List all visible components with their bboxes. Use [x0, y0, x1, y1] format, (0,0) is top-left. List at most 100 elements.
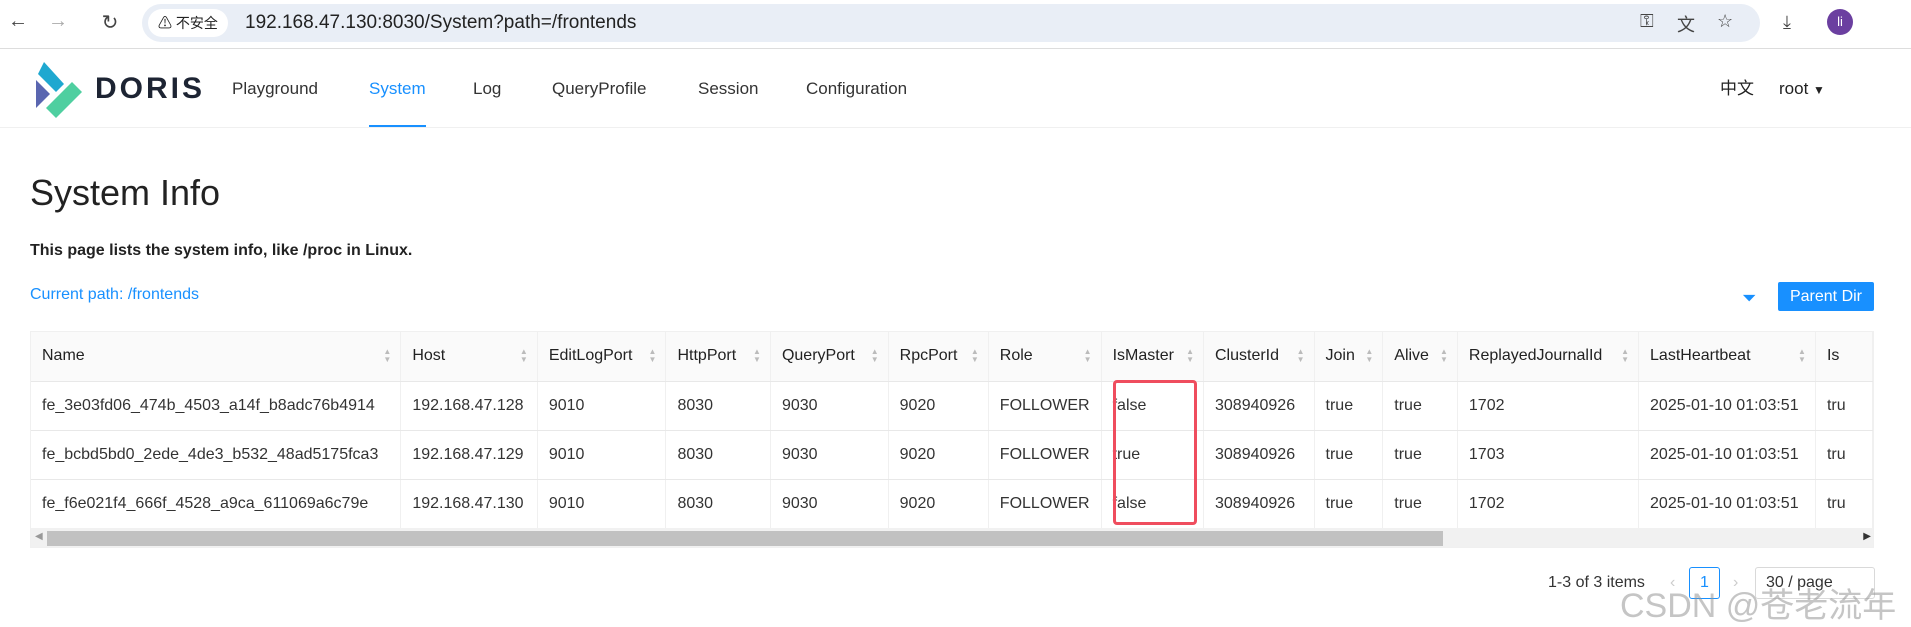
table-row: fe_bcbd5bd0_2ede_4de3_b532_48ad5175fca3 1…	[31, 430, 1873, 480]
column-header-label: IsMaster	[1112, 347, 1174, 365]
column-header-label: Join	[1325, 347, 1355, 365]
sort-icon[interactable]: ▲ ▼	[871, 348, 879, 364]
cell-replayedjournalid: 1703	[1457, 430, 1640, 480]
cell-editlogport: 9010	[537, 479, 667, 529]
nav-configuration[interactable]: Configuration	[806, 50, 907, 127]
cell-editlogport: 9010	[537, 381, 667, 431]
cell-queryport: 9030	[770, 381, 889, 431]
cell-join: true	[1314, 381, 1384, 431]
watermark: CSDN @苍老流年	[1620, 587, 1897, 625]
cell-clusterid: 308940926	[1203, 430, 1315, 480]
sort-icon[interactable]: ▲ ▼	[520, 348, 528, 364]
cell-role: FOLLOWER	[988, 381, 1102, 431]
cell-rpcport: 9020	[888, 479, 989, 529]
column-header-name[interactable]: Name ▲ ▼	[31, 332, 402, 382]
cell-lastheartbeat: 2025-01-10 01:03:51	[1638, 381, 1816, 431]
back-icon[interactable]: ←	[4, 10, 32, 33]
column-header-host[interactable]: Host ▲ ▼	[400, 332, 538, 382]
nav-playground[interactable]: Playground	[232, 50, 318, 127]
security-label: 不安全	[175, 15, 218, 31]
column-header-label: Alive	[1394, 347, 1429, 365]
url-text[interactable]: 192.168.47.130:8030/System?path=/fronten…	[245, 4, 636, 42]
sort-icon[interactable]: ▲ ▼	[1186, 348, 1194, 364]
cell-lastheartbeat: 2025-01-10 01:03:51	[1638, 430, 1816, 480]
scrollbar-thumb[interactable]	[47, 531, 1443, 546]
cell-role: FOLLOWER	[988, 430, 1102, 480]
nav-system[interactable]: System	[369, 50, 426, 127]
cell-httpport: 8030	[665, 381, 771, 431]
star-icon[interactable]: ☆	[1717, 11, 1733, 32]
nav-queryprofile[interactable]: QueryProfile	[552, 50, 646, 127]
column-header-join[interactable]: Join ▲ ▼	[1314, 332, 1384, 382]
column-header-replayedjournalid[interactable]: ReplayedJournalId ▲ ▼	[1457, 332, 1640, 382]
sort-icon[interactable]: ▲ ▼	[1365, 348, 1373, 364]
cell-rpcport: 9020	[888, 381, 989, 431]
forward-icon[interactable]: →	[44, 10, 72, 33]
column-header-clusterid[interactable]: ClusterId ▲ ▼	[1203, 332, 1315, 382]
parent-dir-button[interactable]: Parent Dir	[1778, 282, 1874, 311]
column-header-lastheartbeat[interactable]: LastHeartbeat ▲ ▼	[1638, 332, 1816, 382]
translate-icon[interactable]: 文	[1677, 11, 1695, 37]
download-icon[interactable]: ⤓	[1783, 12, 1791, 33]
sort-icon[interactable]: ▲ ▼	[649, 348, 657, 364]
page-description: This page lists the system info, like /p…	[30, 242, 413, 259]
cell-editlogport: 9010	[537, 430, 667, 480]
cell-host: 192.168.47.128	[400, 381, 538, 431]
sort-icon[interactable]: ▲ ▼	[753, 348, 761, 364]
security-indicator[interactable]: ⚠ 不安全	[148, 9, 228, 37]
horizontal-scrollbar[interactable]: ◀ ▶	[31, 528, 1873, 547]
scroll-left-icon[interactable]: ◀	[35, 531, 43, 542]
column-header-rpcport[interactable]: RpcPort ▲ ▼	[888, 332, 989, 382]
user-name: root	[1779, 79, 1809, 98]
cell-join: true	[1314, 430, 1384, 480]
app-header: DORIS Playground System Log QueryProfile…	[0, 50, 1911, 128]
cell-httpport: 8030	[665, 479, 771, 529]
profile-avatar[interactable]: li	[1827, 9, 1853, 35]
sort-icon[interactable]: ▲ ▼	[1621, 348, 1629, 364]
key-icon[interactable]: ⚿	[1640, 11, 1654, 32]
cell-alive: true	[1382, 479, 1458, 529]
cell-is: tru	[1815, 430, 1873, 480]
frontends-table: Name ▲ ▼ Host ▲ ▼ EditLogPort ▲ ▼ HttpPort ▲ ▼ Query…	[30, 331, 1874, 548]
column-header-httpport[interactable]: HttpPort ▲ ▼	[665, 332, 771, 382]
nav-session[interactable]: Session	[698, 50, 758, 127]
filter-icon[interactable]: ⏷	[1742, 288, 1756, 309]
nav-log[interactable]: Log	[473, 50, 501, 127]
page-title: System Info	[30, 172, 221, 213]
table-row: fe_f6e021f4_666f_4528_a9ca_611069a6c79e 1…	[31, 479, 1873, 529]
column-header-alive[interactable]: Alive ▲ ▼	[1382, 332, 1458, 382]
cell-role: FOLLOWER	[988, 479, 1102, 529]
sort-icon[interactable]: ▲ ▼	[383, 348, 391, 364]
column-header-editlogport[interactable]: EditLogPort ▲ ▼	[537, 332, 667, 382]
sort-icon[interactable]: ▲ ▼	[1798, 348, 1806, 364]
cell-queryport: 9030	[770, 479, 889, 529]
reload-icon[interactable]: ↻	[96, 10, 124, 35]
current-path: Current path: /frontends	[30, 286, 199, 303]
sort-icon[interactable]: ▲ ▼	[1297, 348, 1305, 364]
column-header-is[interactable]: Is	[1815, 332, 1873, 382]
user-menu[interactable]: root ▼	[1779, 50, 1825, 129]
address-bar[interactable]: ⚠ 不安全 192.168.47.130:8030/System?path=/f…	[142, 4, 1760, 42]
table-row: fe_3e03fd06_474b_4503_a14f_b8adc76b4914 1…	[31, 381, 1873, 431]
cell-name: fe_3e03fd06_474b_4503_a14f_b8adc76b4914	[31, 381, 402, 431]
cell-clusterid: 308940926	[1203, 479, 1315, 529]
column-header-label: QueryPort	[781, 347, 855, 365]
cell-rpcport: 9020	[888, 430, 989, 480]
column-header-role[interactable]: Role ▲ ▼	[988, 332, 1102, 382]
scroll-right-icon[interactable]: ▶	[1863, 531, 1871, 542]
column-header-ismaster[interactable]: IsMaster ▲ ▼	[1101, 332, 1205, 382]
sort-icon[interactable]: ▲ ▼	[1440, 348, 1448, 364]
sort-icon[interactable]: ▲ ▼	[971, 348, 979, 364]
language-switch[interactable]: 中文	[1720, 50, 1754, 127]
cell-replayedjournalid: 1702	[1457, 381, 1640, 431]
caret-down-icon: ▼	[1813, 83, 1825, 97]
column-header-label: LastHeartbeat	[1650, 347, 1751, 365]
ismaster-highlight-box	[1113, 380, 1197, 525]
column-header-label: Host	[412, 347, 446, 365]
cell-join: true	[1314, 479, 1384, 529]
cell-queryport: 9030	[770, 430, 889, 480]
sort-icon[interactable]: ▲ ▼	[1084, 348, 1092, 364]
column-header-label: Name	[42, 347, 85, 365]
column-header-label: ReplayedJournalId	[1468, 347, 1603, 365]
column-header-queryport[interactable]: QueryPort ▲ ▼	[770, 332, 889, 382]
